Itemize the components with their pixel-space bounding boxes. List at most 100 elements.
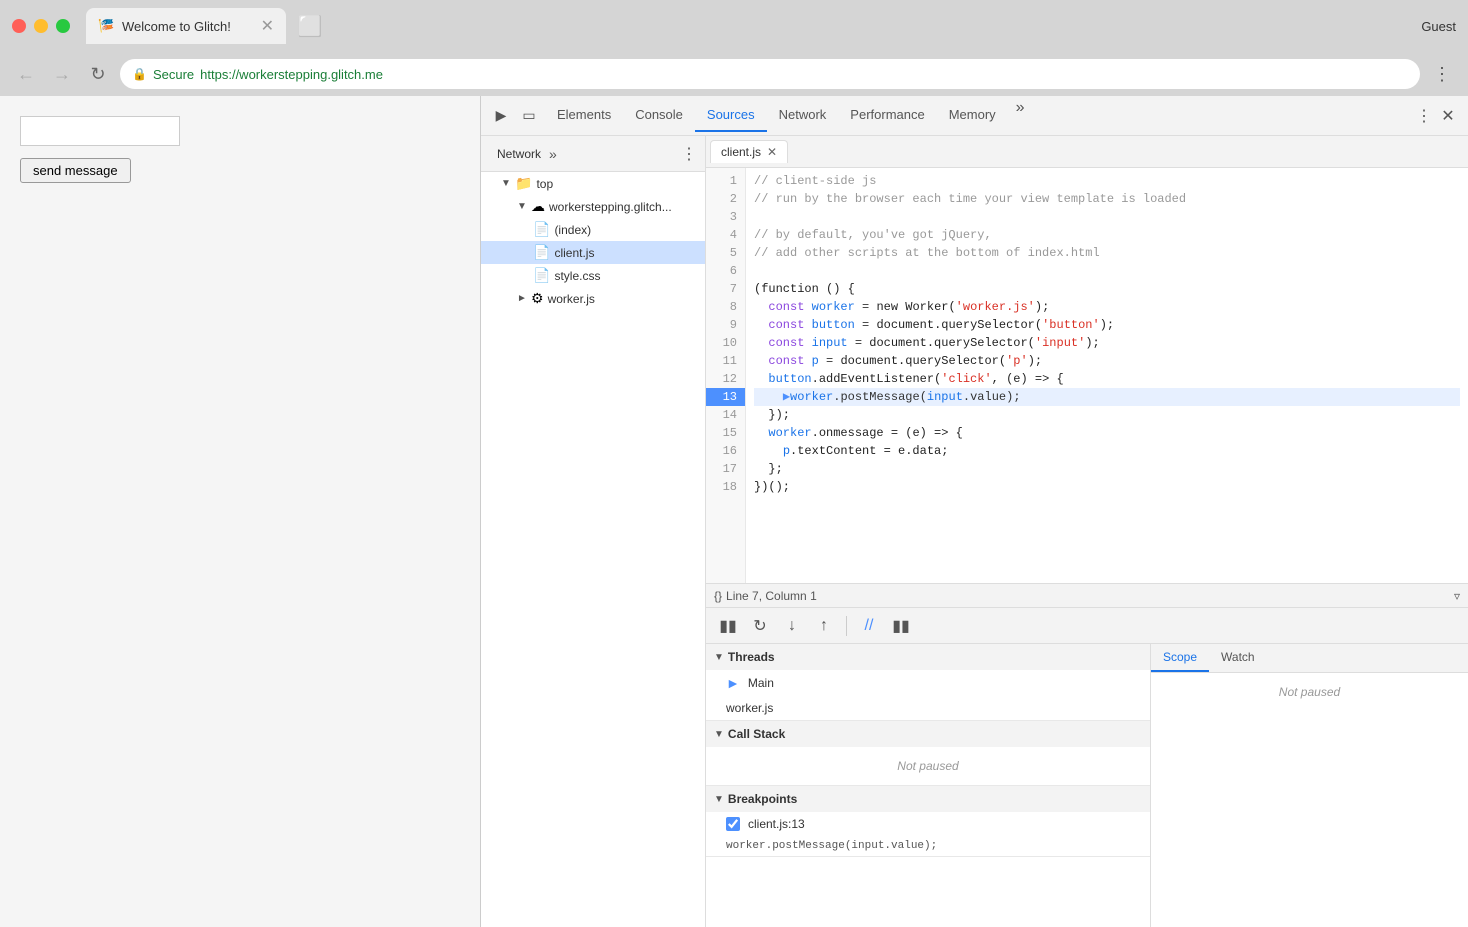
curly-braces-icon: {} (714, 589, 722, 603)
new-tab-button[interactable]: ⬜ (294, 10, 326, 42)
breakpoints-label: Breakpoints (728, 792, 797, 806)
tab-sources[interactable]: Sources (695, 99, 767, 132)
message-input[interactable] (20, 116, 180, 146)
tree-label-style-css: style.css (554, 269, 600, 283)
code-line-3 (754, 208, 1460, 226)
tree-arrow-top: ▼ (501, 178, 511, 189)
close-traffic-light[interactable] (12, 19, 26, 33)
code-panel: client.js ✕ 1 2 3 4 5 6 7 8 9 (706, 136, 1468, 927)
code-tab-close-button[interactable]: ✕ (767, 145, 777, 159)
devtools-toolbar: ▶ ▭ Elements Console Sources Network Per… (481, 96, 1468, 136)
scope-tab-watch[interactable]: Watch (1209, 644, 1267, 672)
code-lines: // client-side js // run by the browser … (746, 168, 1468, 583)
code-line-13: ▶worker.postMessage(input.value); (754, 388, 1460, 406)
line-num-13: 13 (706, 388, 745, 406)
browser-chrome: 🎏 Welcome to Glitch! ✕ ⬜ Guest ← → ↻ 🔒 S… (0, 0, 1468, 96)
threads-section-header[interactable]: ▼ Threads (706, 644, 1150, 670)
callstack-section-header[interactable]: ▼ Call Stack (706, 721, 1150, 747)
sidebar-network-tab[interactable]: Network (489, 141, 549, 167)
breakpoint-item-1[interactable]: client.js:13 (706, 812, 1150, 836)
back-button[interactable]: ← (12, 60, 40, 88)
debugger-area: ▮▮ ↻ ↓ ↑ // ▮▮ (706, 607, 1468, 927)
maximize-traffic-light[interactable] (56, 19, 70, 33)
tab-favicon: 🎏 (98, 18, 114, 34)
pause-button[interactable]: ▮▮ (714, 612, 742, 640)
breakpoints-section-header[interactable]: ▼ Breakpoints (706, 786, 1150, 812)
tab-performance[interactable]: Performance (838, 99, 936, 132)
tree-item-top[interactable]: ▼ 📁 top (481, 172, 705, 195)
tree-item-client-js[interactable]: 📄 client.js (481, 241, 705, 264)
line-num-10: 10 (706, 334, 745, 352)
code-line-5: // add other scripts at the bottom of in… (754, 244, 1460, 262)
scroll-to-bottom-icon[interactable]: ▿ (1454, 589, 1460, 603)
sidebar-more-button[interactable]: » (549, 146, 557, 162)
tree-item-worker-js[interactable]: ► ⚙ worker.js (481, 287, 705, 310)
line-num-7: 7 (706, 280, 745, 298)
browser-tab[interactable]: 🎏 Welcome to Glitch! ✕ (86, 8, 286, 44)
secure-text: Secure (153, 67, 194, 82)
code-line-16: p.textContent = e.data; (754, 442, 1460, 460)
threads-label: Threads (728, 650, 775, 664)
line-num-5: 5 (706, 244, 745, 262)
forward-button[interactable]: → (48, 60, 76, 88)
pause-on-exceptions-button[interactable]: ▮▮ (887, 612, 915, 640)
inspect-element-icon[interactable]: ▶ (489, 104, 513, 128)
code-line-15: worker.onmessage = (e) => { (754, 424, 1460, 442)
code-line-14: }); (754, 406, 1460, 424)
tab-bar: 🎏 Welcome to Glitch! ✕ ⬜ (86, 8, 1413, 44)
breakpoints-arrow-icon: ▼ (714, 794, 724, 805)
gear-file-icon: ⚙ (531, 290, 544, 307)
breakpoint-location: client.js:13 (748, 817, 805, 831)
step-out-button[interactable]: ↑ (810, 612, 838, 640)
tree-item-index[interactable]: 📄 (index) (481, 218, 705, 241)
code-line-1: // client-side js (754, 172, 1460, 190)
breakpoints-section: ▼ Breakpoints client.js:13 worker.postMe… (706, 786, 1150, 857)
tree-label-index: (index) (554, 223, 591, 237)
step-into-button[interactable]: ↓ (778, 612, 806, 640)
tree-label-client-js: client.js (554, 246, 594, 260)
tree-label-worker-js: worker.js (548, 292, 595, 306)
address-bar-row: ← → ↻ 🔒 Secure https://workerstepping.gl… (0, 52, 1468, 96)
scope-panel: Scope Watch Not paused (1151, 644, 1468, 927)
tab-memory[interactable]: Memory (937, 99, 1008, 132)
tree-item-host[interactable]: ▼ ☁ workerstepping.glitch... (481, 195, 705, 218)
scope-tab-scope[interactable]: Scope (1151, 644, 1209, 672)
code-tab-client-js[interactable]: client.js ✕ (710, 140, 788, 163)
threads-section: ▼ Threads ► Main worker.js (706, 644, 1150, 721)
reload-button[interactable]: ↻ (84, 60, 112, 88)
line-num-3: 3 (706, 208, 745, 226)
devtools-settings-button[interactable]: ⋮ (1412, 104, 1436, 128)
minimize-traffic-light[interactable] (34, 19, 48, 33)
code-line-6 (754, 262, 1460, 280)
code-editor[interactable]: 1 2 3 4 5 6 7 8 9 10 11 12 13 14 (706, 168, 1468, 583)
thread-main[interactable]: ► Main (706, 670, 1150, 696)
browser-more-button[interactable]: ⋮ (1428, 60, 1456, 88)
step-over-button[interactable]: ↻ (746, 612, 774, 640)
devtools-close-button[interactable]: ✕ (1436, 104, 1460, 128)
tree-label-host: workerstepping.glitch... (549, 200, 672, 214)
send-message-button[interactable]: send message (20, 158, 131, 183)
traffic-lights (12, 19, 70, 33)
more-tabs-button[interactable]: » (1008, 99, 1033, 132)
code-line-12: button.addEventListener('click', (e) => … (754, 370, 1460, 388)
sidebar-panel: Network » ⋮ ▼ 📁 top ▼ ☁ workerstep (481, 136, 706, 927)
devtools-body: Network » ⋮ ▼ 📁 top ▼ ☁ workerstep (481, 136, 1468, 927)
tab-close-button[interactable]: ✕ (261, 16, 274, 36)
line-num-18: 18 (706, 478, 745, 496)
line-num-14: 14 (706, 406, 745, 424)
tab-network[interactable]: Network (767, 99, 839, 132)
code-tab-label: client.js (721, 145, 761, 159)
deactivate-breakpoints-button[interactable]: // (855, 612, 883, 640)
tree-item-style-css[interactable]: 📄 style.css (481, 264, 705, 287)
breakpoint-checkbox[interactable] (726, 817, 740, 831)
tab-elements[interactable]: Elements (545, 99, 623, 132)
address-bar[interactable]: 🔒 Secure https://workerstepping.glitch.m… (120, 59, 1420, 89)
secure-icon: 🔒 (132, 67, 147, 81)
device-toggle-icon[interactable]: ▭ (517, 104, 541, 128)
tab-console[interactable]: Console (623, 99, 695, 132)
code-line-18: })(); (754, 478, 1460, 496)
tree-arrow-host: ▼ (517, 201, 527, 212)
code-line-4: // by default, you've got jQuery, (754, 226, 1460, 244)
sidebar-menu-button[interactable]: ⋮ (681, 144, 697, 164)
thread-worker-js[interactable]: worker.js (706, 696, 1150, 720)
